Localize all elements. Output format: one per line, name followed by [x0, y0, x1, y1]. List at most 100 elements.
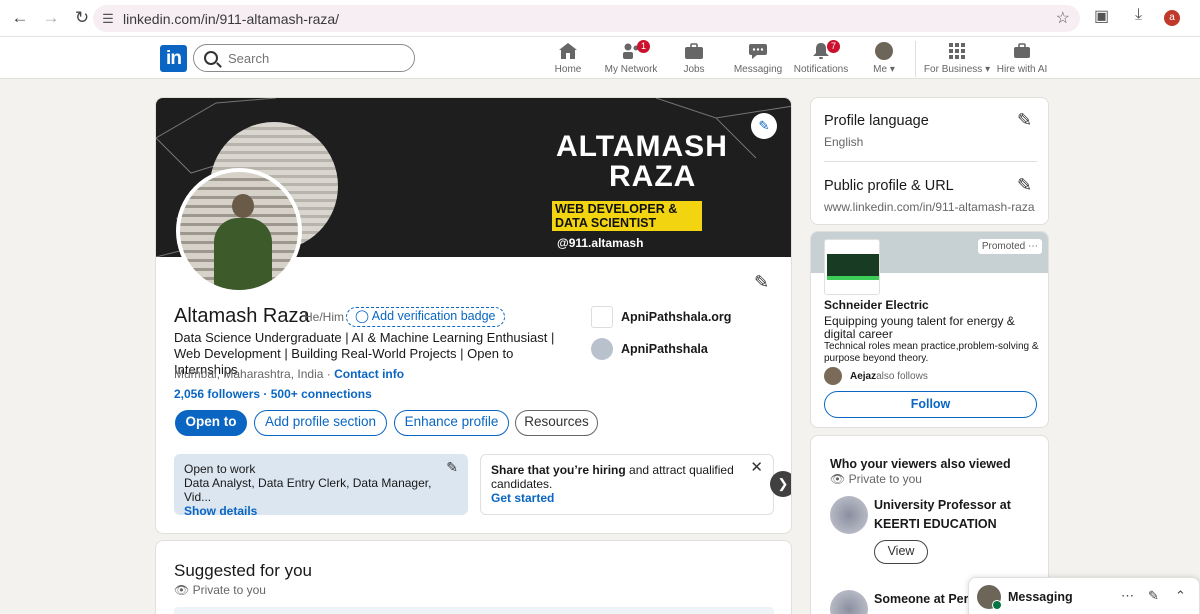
- notifications-badge: 7: [827, 40, 840, 53]
- bell-icon: 7: [811, 40, 840, 61]
- add-profile-section-button[interactable]: Add profile section: [254, 410, 387, 436]
- download-icon[interactable]: ⤓: [1135, 6, 1142, 24]
- back-icon[interactable]: ←: [6, 4, 34, 32]
- home-icon: [558, 41, 578, 61]
- contact-info-link[interactable]: Contact info: [334, 367, 404, 381]
- chevron-up-icon[interactable]: ⌃: [1175, 588, 1186, 604]
- followers-link[interactable]: 2,056 followers: [174, 387, 260, 401]
- promoted-label: Promoted ⋯: [977, 239, 1042, 254]
- messaging-dock[interactable]: Messaging ⋯ ✎ ⌃: [968, 577, 1200, 614]
- ad-description: Technical roles mean practice,problem-so…: [824, 341, 1039, 364]
- bookmark-star-icon[interactable]: ☆: [1056, 8, 1070, 28]
- open-to-button[interactable]: Open to: [175, 410, 247, 436]
- suggested-title: Suggested for you: [174, 561, 312, 580]
- profile-pronouns: He/Him: [304, 310, 345, 324]
- avatar: [977, 585, 1002, 610]
- url-text[interactable]: linkedin.com/in/911-altamash-raza/: [123, 11, 339, 27]
- suggested-privacy: 👁 Private to you: [174, 583, 266, 597]
- search-input[interactable]: [228, 50, 398, 66]
- profile-stats: 2,056 followers · 500+ connections: [174, 387, 372, 401]
- edit-banner-button[interactable]: ✎: [751, 113, 777, 139]
- eye-icon: 👁: [830, 472, 846, 486]
- browser-profile-avatar[interactable]: a: [1164, 10, 1180, 26]
- nav-my-network[interactable]: 1 My Network: [605, 40, 657, 77]
- divider: [824, 161, 1037, 162]
- chevron-down-icon: ▾: [889, 64, 895, 75]
- hiring-card: Share that you’re hiring and attract qua…: [480, 454, 774, 515]
- follow-button[interactable]: Follow: [824, 391, 1037, 418]
- ad-social-proof: Aejaz also follows: [824, 367, 928, 385]
- nav-me[interactable]: Me ▾: [870, 41, 898, 77]
- reload-icon[interactable]: ↻: [68, 4, 96, 32]
- org-apnipathshala[interactable]: ApniPathshala: [591, 338, 708, 360]
- linkedin-logo[interactable]: in: [160, 45, 187, 72]
- nav-for-business[interactable]: For Business ▾: [924, 41, 991, 77]
- profile-photo[interactable]: [176, 168, 302, 294]
- network-icon: 1: [621, 40, 650, 61]
- me-avatar: [875, 41, 893, 61]
- search-box[interactable]: [193, 44, 415, 72]
- add-verification-badge-button[interactable]: ◯ Add verification badge: [346, 307, 505, 327]
- grid-icon: [948, 41, 966, 61]
- view-button[interactable]: View: [874, 540, 928, 564]
- banner-first-name: ALTAMASH: [556, 130, 728, 163]
- enhance-profile-button[interactable]: Enhance profile: [394, 410, 509, 436]
- network-badge: 1: [637, 40, 650, 53]
- edit-language-icon[interactable]: ✎: [1017, 110, 1032, 131]
- get-started-link[interactable]: Get started: [491, 491, 763, 505]
- viewers-privacy: 👁 Private to you: [830, 472, 922, 486]
- banner-handle: @911.altamash: [557, 236, 644, 250]
- profile-language-title: Profile language: [824, 113, 929, 129]
- open-to-work-card[interactable]: Open to work Data Analyst, Data Entry Cl…: [174, 454, 468, 518]
- search-icon: [204, 51, 218, 65]
- compose-icon[interactable]: ✎: [1148, 588, 1159, 604]
- org-logo: [591, 338, 613, 360]
- ad-company-name[interactable]: Schneider Electric: [824, 298, 929, 312]
- resources-button[interactable]: Resources: [515, 410, 598, 436]
- org-apnipathshala-org[interactable]: ApniPathshala.org: [591, 306, 731, 328]
- nav-messaging[interactable]: Messaging: [734, 41, 782, 77]
- forward-icon[interactable]: →: [37, 4, 65, 32]
- more-options-icon[interactable]: ⋯: [1028, 241, 1038, 252]
- nav-hire-with-ai[interactable]: Hire with AI: [997, 41, 1047, 77]
- edit-url-icon[interactable]: ✎: [1017, 175, 1032, 196]
- connections-link[interactable]: 500+ connections: [271, 387, 372, 401]
- chevron-down-icon: ▾: [985, 64, 991, 75]
- promoted-ad-card: Promoted ⋯ Schneider Electric Equipping …: [810, 231, 1049, 428]
- profile-name: Altamash Raza: [174, 305, 310, 327]
- nav-notifications[interactable]: 7 Notifications: [794, 40, 848, 77]
- show-details-link[interactable]: Show details: [184, 504, 458, 518]
- carousel-next-button[interactable]: ❯: [770, 471, 791, 497]
- messaging-title: Messaging: [1008, 590, 1073, 604]
- banner-role: WEB DEVELOPER & DATA SCIENTIST: [552, 201, 702, 231]
- nav-home[interactable]: Home: [553, 41, 583, 77]
- avatar: [830, 590, 868, 614]
- nav-jobs[interactable]: Jobs: [683, 41, 705, 77]
- edit-intro-icon[interactable]: ✎: [754, 272, 769, 293]
- profile-card: ALTAMASH RAZA WEB DEVELOPER & DATA SCIEN…: [155, 97, 792, 534]
- linkedin-navbar: in Home 1 My Network Jobs Messaging 7 N: [0, 37, 1200, 79]
- address-bar[interactable]: ☰ linkedin.com/in/911-altamash-raza/ ☆: [93, 5, 1080, 32]
- briefcase-icon: [684, 41, 704, 61]
- avatar: [824, 367, 842, 385]
- nav-divider: [915, 41, 916, 77]
- site-settings-icon[interactable]: ☰: [93, 11, 123, 27]
- suggested-placeholder: [174, 607, 774, 614]
- list-item[interactable]: University Professor at KEERTI EDUCATION: [830, 496, 1014, 534]
- more-options-icon[interactable]: ⋯: [1121, 588, 1134, 604]
- profile-language-value: English: [824, 135, 864, 149]
- banner-last-name: RAZA: [609, 160, 697, 193]
- pencil-icon[interactable]: ✎: [446, 460, 458, 474]
- profile-settings-card: Profile language ✎ English Public profil…: [810, 97, 1049, 225]
- suggested-card: Suggested for you 👁 Private to you: [155, 540, 792, 614]
- close-icon[interactable]: ✕: [750, 460, 763, 475]
- extensions-icon[interactable]: ▣: [1094, 6, 1109, 26]
- company-logo[interactable]: [824, 239, 880, 295]
- pencil-icon: ✎: [758, 118, 770, 133]
- eye-icon: 👁: [174, 583, 190, 597]
- briefcase-icon: [1013, 41, 1031, 61]
- public-profile-url[interactable]: www.linkedin.com/in/911-altamash-raza: [824, 200, 1035, 214]
- chevron-right-icon: ❯: [777, 476, 789, 491]
- ad-tagline: Equipping young talent for energy & digi…: [824, 314, 1015, 341]
- viewers-title: Who your viewers also viewed: [830, 457, 1011, 471]
